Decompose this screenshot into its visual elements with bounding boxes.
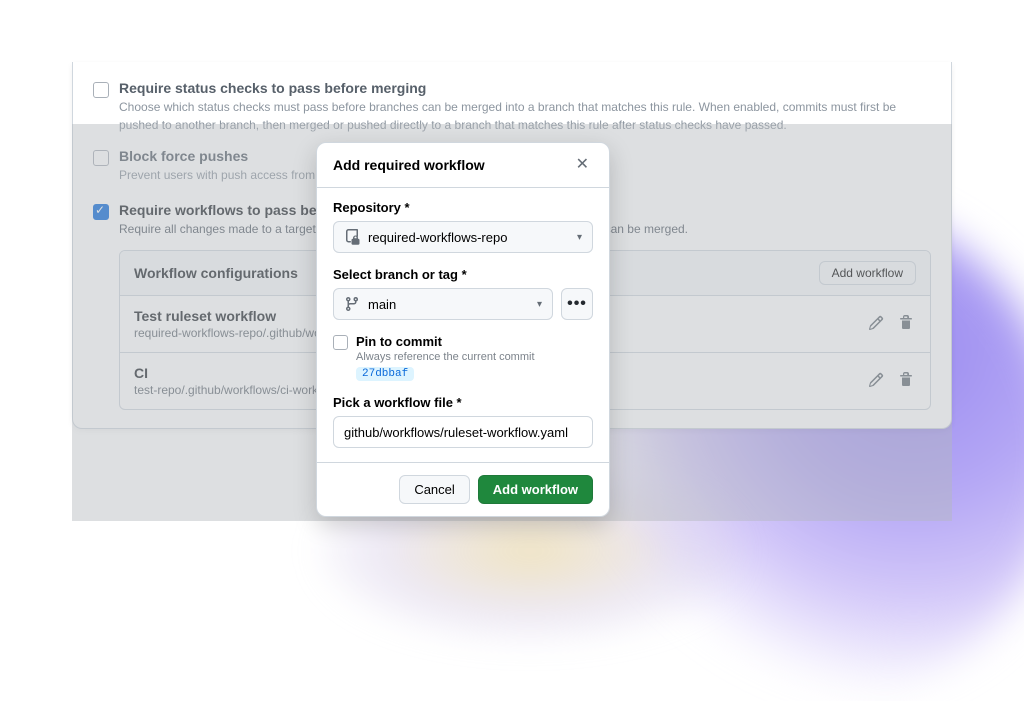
commit-sha-chip: 27dbbaf: [356, 367, 414, 381]
workflow-file-label: Pick a workflow file *: [333, 395, 593, 410]
pin-to-commit-title: Pin to commit: [356, 334, 535, 349]
add-workflow-button[interactable]: Add workflow: [478, 475, 593, 504]
modal-header: Add required workflow ✕: [317, 143, 609, 188]
cancel-button[interactable]: Cancel: [399, 475, 469, 504]
modal-title: Add required workflow: [333, 157, 485, 173]
rule-status-checks-title: Require status checks to pass before mer…: [119, 80, 931, 96]
branch-options-button[interactable]: •••: [561, 288, 593, 320]
add-required-workflow-modal: Add required workflow ✕ Repository * req…: [316, 142, 610, 517]
repository-group: Repository * required-workflows-repo ▾: [333, 200, 593, 253]
git-branch-icon: [344, 296, 360, 312]
workflow-file-group: Pick a workflow file *: [333, 395, 593, 448]
rule-status-checks-checkbox[interactable]: [93, 82, 109, 98]
chevron-down-icon: ▾: [577, 232, 582, 243]
repository-label: Repository *: [333, 200, 593, 215]
workflow-file-input[interactable]: [333, 416, 593, 448]
repo-lock-icon: [344, 229, 360, 245]
close-icon[interactable]: ✕: [572, 155, 593, 175]
branch-label: Select branch or tag *: [333, 267, 593, 282]
repository-value: required-workflows-repo: [368, 230, 507, 245]
chevron-down-icon: ▾: [537, 299, 542, 310]
branch-select[interactable]: main ▾: [333, 288, 553, 320]
pin-to-commit-group: Pin to commit Always reference the curre…: [333, 334, 593, 381]
branch-group: Select branch or tag * main ▾ •••: [333, 267, 593, 320]
branch-value: main: [368, 297, 396, 312]
repository-select[interactable]: required-workflows-repo ▾: [333, 221, 593, 253]
pin-to-commit-checkbox[interactable]: [333, 335, 348, 350]
modal-footer: Cancel Add workflow: [317, 462, 609, 516]
pin-to-commit-desc: Always reference the current commit: [356, 351, 535, 363]
